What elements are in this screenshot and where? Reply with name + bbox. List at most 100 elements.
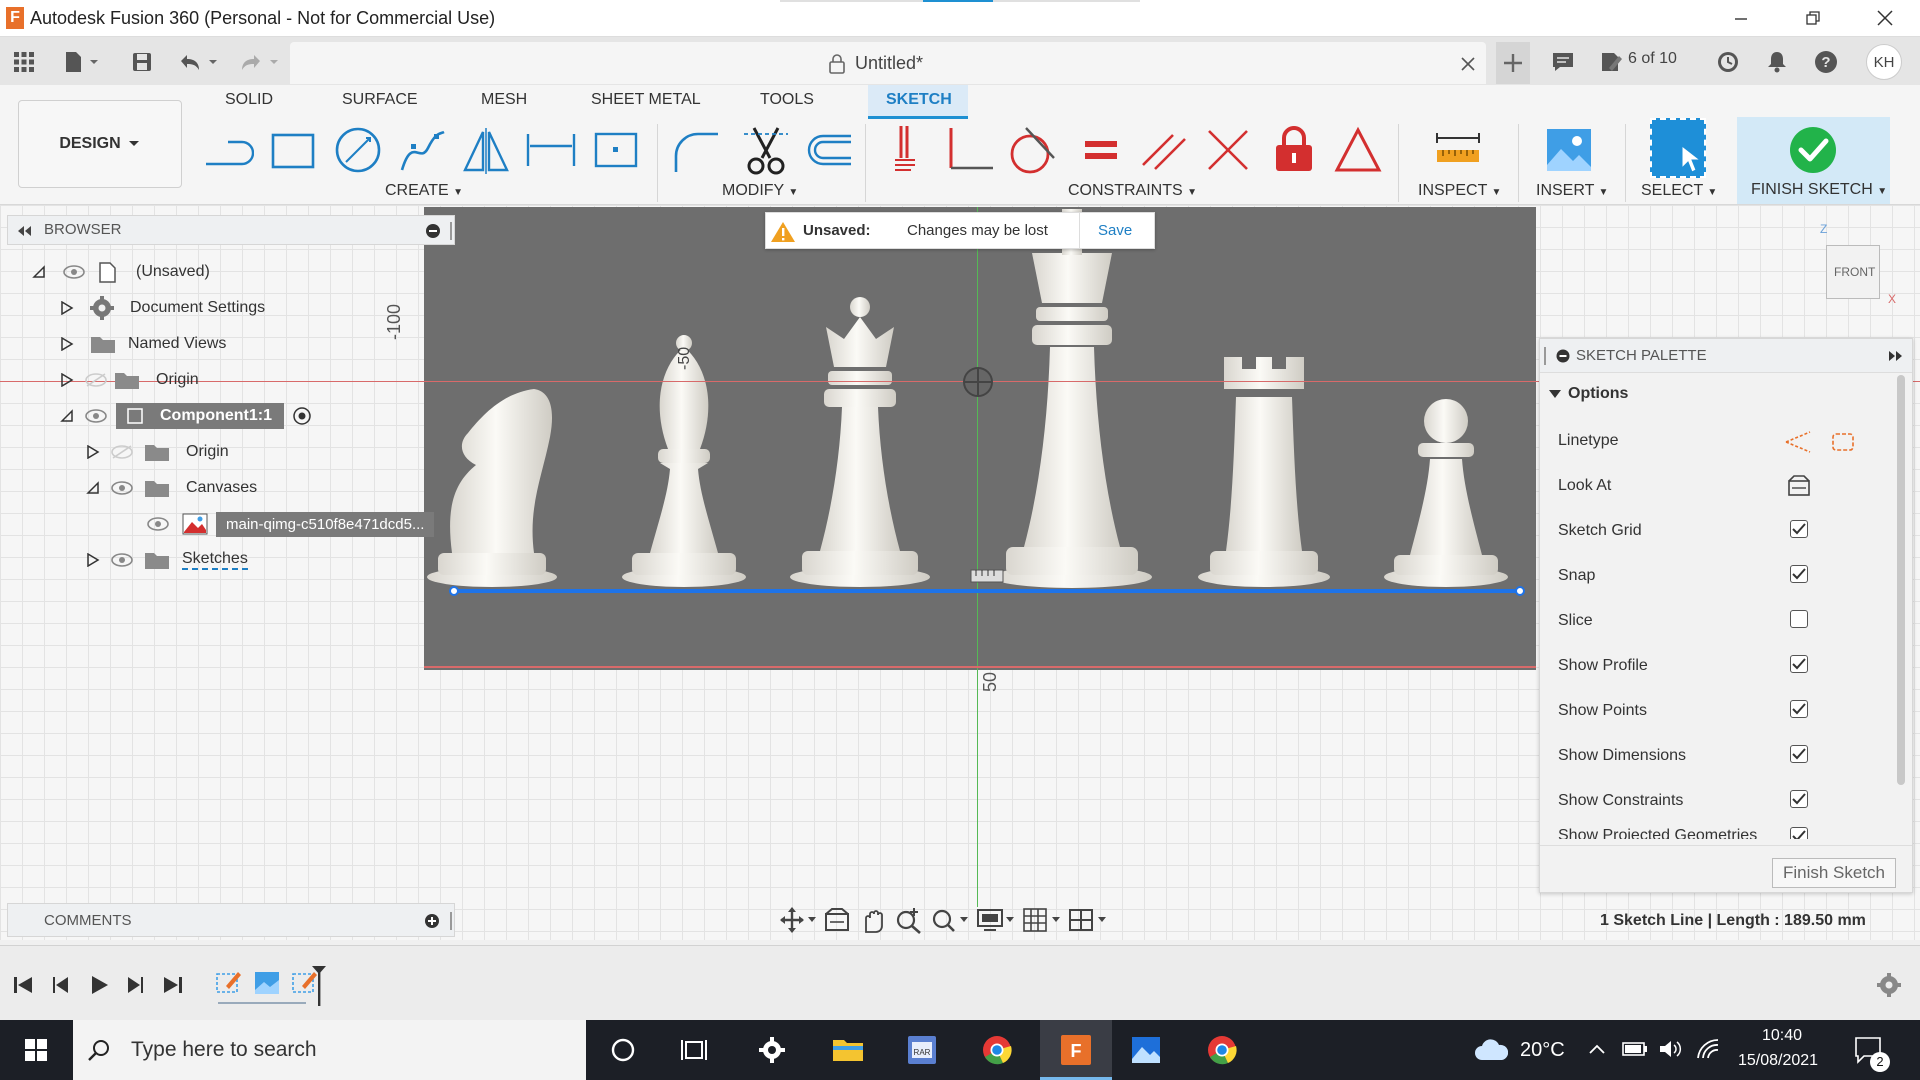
task-view-button[interactable] <box>672 1030 716 1070</box>
tab-solid[interactable]: SOLID <box>225 91 273 109</box>
data-panel-button[interactable] <box>10 47 38 77</box>
palette-finish-sketch-button[interactable]: Finish Sketch <box>1772 858 1896 888</box>
finish-sketch-button[interactable]: FINISH SKETCH ▼ <box>1737 117 1890 204</box>
timeline-marker-icon[interactable] <box>310 964 328 1008</box>
workspace-switcher[interactable]: DESIGN <box>18 100 182 188</box>
equal-constraint[interactable] <box>1073 122 1129 178</box>
sketch-grid-checkbox[interactable] <box>1790 520 1808 538</box>
viewcube[interactable]: FRONT <box>1826 245 1880 299</box>
mirror-tool[interactable] <box>458 122 514 178</box>
weather-temperature[interactable]: 20°C <box>1520 1039 1565 1062</box>
point-tool[interactable] <box>588 122 644 178</box>
step-back-icon[interactable] <box>50 974 72 996</box>
show-points-checkbox[interactable] <box>1790 700 1808 718</box>
tangent-constraint[interactable] <box>1006 122 1062 178</box>
comments-button[interactable] <box>1546 47 1580 77</box>
document-tab[interactable]: Untitled* <box>290 42 1486 84</box>
show-constraints-checkbox[interactable] <box>1790 790 1808 808</box>
options-section-toggle[interactable]: Options <box>1548 385 1628 403</box>
taskbar-chrome-2[interactable] <box>1200 1030 1244 1070</box>
browser-header[interactable]: BROWSER <box>7 215 455 245</box>
save-button[interactable] <box>128 47 156 77</box>
battery-icon[interactable] <box>1622 1040 1648 1058</box>
comments-panel[interactable]: COMMENTS <box>7 903 455 937</box>
viewports-icon[interactable] <box>1068 906 1108 934</box>
dimension-tool[interactable] <box>523 122 579 178</box>
tree-row-canvas-image[interactable]: main-qimg-c510f8e471dcd5... <box>146 507 435 541</box>
circle-tool[interactable] <box>330 122 386 178</box>
restore-button[interactable] <box>1778 0 1848 36</box>
tree-row-canvases[interactable]: Canvases <box>86 471 257 505</box>
clock-time[interactable]: 10:40 <box>1762 1027 1802 1045</box>
add-comment-icon[interactable] <box>424 913 440 929</box>
select-menu[interactable]: SELECT ▼ <box>1641 182 1717 200</box>
help-button[interactable]: ? <box>1811 47 1841 77</box>
browser-resize-handle[interactable] <box>450 222 452 240</box>
history-button[interactable] <box>1712 47 1744 77</box>
palette-header[interactable]: SKETCH PALETTE <box>1540 339 1912 373</box>
grid-settings-icon[interactable] <box>1022 906 1062 934</box>
expand-double-arrow-icon[interactable] <box>1888 350 1904 362</box>
constraints-menu[interactable]: CONSTRAINTS ▼ <box>1068 182 1197 200</box>
clock-date[interactable]: 15/08/2021 <box>1738 1052 1818 1070</box>
show-profile-checkbox[interactable] <box>1790 655 1808 673</box>
tree-row-component-origin[interactable]: Origin <box>86 435 229 469</box>
spline-tool[interactable] <box>395 122 451 178</box>
offset-tool[interactable] <box>800 122 856 178</box>
zoom-icon[interactable] <box>894 906 924 934</box>
centerline-linetype-icon[interactable] <box>1830 429 1856 455</box>
rectangle-tool[interactable] <box>265 122 321 178</box>
tab-surface[interactable]: SURFACE <box>342 91 418 109</box>
fix-constraint[interactable] <box>1266 122 1322 178</box>
attached-canvas-image[interactable] <box>424 207 1536 670</box>
zoom-window-icon[interactable] <box>930 906 970 934</box>
comments-resize-handle[interactable] <box>450 912 452 930</box>
timeline-settings-gear-icon[interactable] <box>1876 972 1902 998</box>
measure-tool[interactable] <box>1430 122 1486 178</box>
job-status-text[interactable]: 6 of 10 <box>1628 50 1677 68</box>
tray-chevron-up-icon[interactable] <box>1588 1042 1606 1056</box>
taskbar-photos[interactable] <box>1124 1030 1168 1070</box>
tab-tools[interactable]: TOOLS <box>760 91 814 109</box>
close-button[interactable] <box>1850 0 1920 36</box>
timeline-canvas-feature-icon[interactable] <box>252 968 282 998</box>
go-to-end-icon[interactable] <box>160 974 184 996</box>
insert-menu[interactable]: INSERT ▼ <box>1536 182 1608 200</box>
symmetry-constraint[interactable] <box>1330 122 1386 178</box>
tree-row-origin[interactable]: Origin <box>60 363 199 397</box>
create-menu[interactable]: CREATE ▼ <box>385 182 463 200</box>
taskbar-winrar[interactable]: RAR <box>900 1030 944 1070</box>
tab-sheet-metal[interactable]: SHEET METAL <box>591 91 701 109</box>
cortana-button[interactable] <box>601 1030 645 1070</box>
tree-row-component[interactable]: Component1:1 <box>60 399 312 433</box>
insert-canvas-tool[interactable] <box>1541 122 1597 178</box>
minimize-button[interactable] <box>1706 0 1776 36</box>
orbit-icon[interactable] <box>780 906 816 934</box>
palette-resize-handle[interactable] <box>1544 347 1546 365</box>
snap-checkbox[interactable] <box>1790 565 1808 583</box>
taskbar-file-explorer[interactable] <box>826 1030 870 1070</box>
select-tool[interactable] <box>1650 118 1706 178</box>
go-to-start-icon[interactable] <box>12 974 36 996</box>
timeline-sketch-feature-icon[interactable] <box>214 968 244 998</box>
taskbar-settings-app[interactable] <box>750 1030 794 1070</box>
coincident-constraint[interactable] <box>880 122 936 178</box>
new-tab-button[interactable] <box>1496 42 1530 84</box>
trim-tool[interactable] <box>738 122 794 178</box>
look-at-icon[interactable] <box>1786 473 1812 499</box>
collinear-constraint[interactable] <box>1200 122 1256 178</box>
look-at-nav-icon[interactable] <box>822 906 852 934</box>
tab-sketch[interactable]: SKETCH <box>886 91 952 109</box>
construction-linetype-icon[interactable] <box>1784 429 1812 455</box>
inspect-menu[interactable]: INSPECT ▼ <box>1418 182 1501 200</box>
slice-checkbox[interactable] <box>1790 610 1808 628</box>
start-button[interactable] <box>14 1030 58 1070</box>
component-highlight[interactable]: Component1:1 <box>116 403 284 429</box>
activate-radio-icon[interactable] <box>292 406 312 426</box>
notifications-button[interactable] <box>1762 47 1792 77</box>
close-tab-icon[interactable] <box>1460 56 1476 72</box>
modify-menu[interactable]: MODIFY ▼ <box>722 182 798 200</box>
show-dimensions-checkbox[interactable] <box>1790 745 1808 763</box>
pan-hand-icon[interactable] <box>858 906 888 934</box>
tree-row-sketches[interactable]: Sketches <box>86 543 248 577</box>
